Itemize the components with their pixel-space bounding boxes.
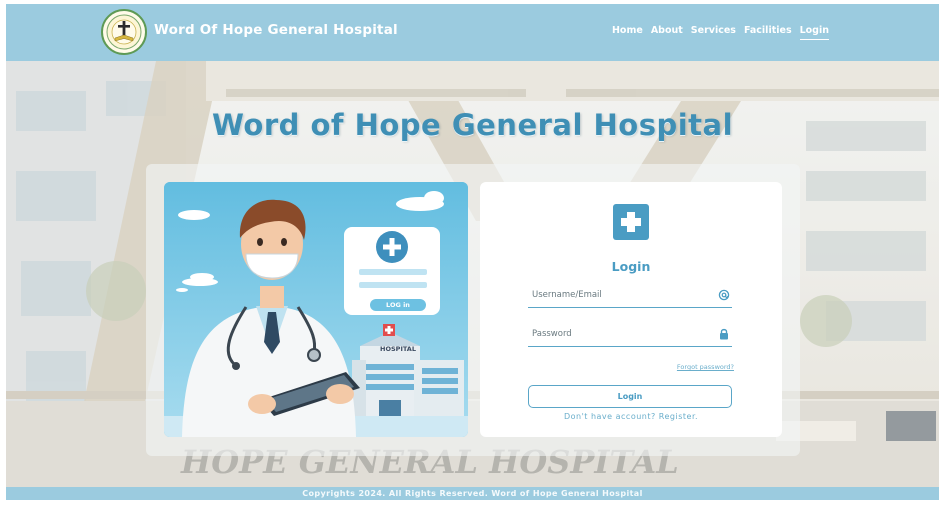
forgot-password-link[interactable]: Forgot password? — [677, 363, 734, 371]
main-nav: Home About Services Facilities Login — [612, 25, 829, 40]
nav-login[interactable]: Login — [799, 25, 829, 40]
medical-cross-icon — [613, 204, 649, 240]
footer: Copyrights 2024. All Rights Reserved. Wo… — [6, 487, 939, 500]
nav-home[interactable]: Home — [612, 25, 643, 40]
password-field — [528, 326, 732, 347]
illustration-hospital-label: HOSPITAL — [380, 345, 416, 353]
lock-icon — [720, 328, 728, 340]
username-input[interactable] — [532, 290, 712, 300]
hospital-seal-icon — [106, 14, 142, 50]
top-navbar: Word Of Hope General Hospital Home About… — [6, 4, 939, 61]
nav-about[interactable]: About — [651, 25, 683, 40]
doctor-illustration: LOG in HOSPITAL — [164, 182, 468, 437]
password-input[interactable] — [532, 329, 712, 339]
hospital-logo[interactable] — [101, 9, 147, 55]
page-title: Word of Hope General Hospital — [211, 108, 734, 142]
register-link[interactable]: Don't have account? Register. — [480, 412, 782, 421]
login-button[interactable]: Login — [528, 385, 732, 408]
username-field — [528, 287, 732, 308]
brand-name[interactable]: Word Of Hope General Hospital — [154, 22, 398, 38]
page-frame: Word Of Hope General Hospital Home About… — [6, 4, 939, 500]
at-sign-icon — [718, 289, 730, 301]
nav-services[interactable]: Services — [691, 25, 736, 40]
login-title: Login — [611, 259, 651, 274]
login-card: Login Forgot password? Login Don't have … — [480, 182, 782, 437]
illustration-login-button: LOG in — [370, 299, 426, 311]
nav-facilities[interactable]: Facilities — [744, 25, 792, 40]
